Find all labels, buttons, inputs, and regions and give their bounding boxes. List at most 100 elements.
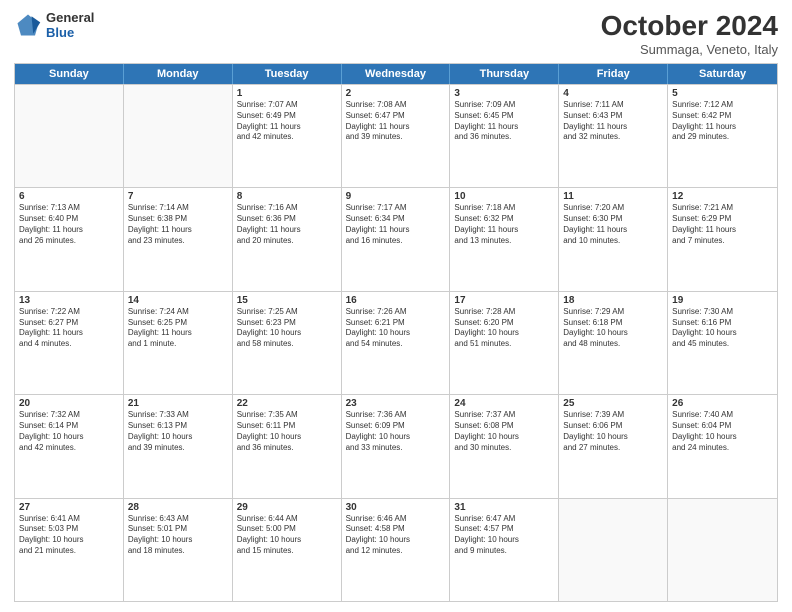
day-number: 17 [454, 295, 554, 306]
cell-info: Sunrise: 7:33 AM Sunset: 6:13 PM Dayligh… [128, 410, 228, 453]
day-number: 21 [128, 398, 228, 409]
cell-info: Sunrise: 7:14 AM Sunset: 6:38 PM Dayligh… [128, 203, 228, 246]
calendar-row-2: 13Sunrise: 7:22 AM Sunset: 6:27 PM Dayli… [15, 291, 777, 394]
cell-info: Sunrise: 7:25 AM Sunset: 6:23 PM Dayligh… [237, 307, 337, 350]
day-number: 7 [128, 191, 228, 202]
calendar-cell [124, 85, 233, 187]
calendar-cell: 9Sunrise: 7:17 AM Sunset: 6:34 PM Daylig… [342, 188, 451, 290]
subtitle: Summaga, Veneto, Italy [601, 42, 778, 57]
day-number: 10 [454, 191, 554, 202]
day-header-wednesday: Wednesday [342, 64, 451, 84]
cell-info: Sunrise: 7:22 AM Sunset: 6:27 PM Dayligh… [19, 307, 119, 350]
calendar-cell: 8Sunrise: 7:16 AM Sunset: 6:36 PM Daylig… [233, 188, 342, 290]
cell-info: Sunrise: 6:43 AM Sunset: 5:01 PM Dayligh… [128, 514, 228, 557]
logo-text: General Blue [46, 10, 94, 40]
day-number: 14 [128, 295, 228, 306]
calendar-cell: 3Sunrise: 7:09 AM Sunset: 6:45 PM Daylig… [450, 85, 559, 187]
day-number: 1 [237, 88, 337, 99]
cell-info: Sunrise: 7:29 AM Sunset: 6:18 PM Dayligh… [563, 307, 663, 350]
calendar: SundayMondayTuesdayWednesdayThursdayFrid… [14, 63, 778, 602]
header: General Blue October 2024 Summaga, Venet… [14, 10, 778, 57]
day-number: 11 [563, 191, 663, 202]
cell-info: Sunrise: 7:21 AM Sunset: 6:29 PM Dayligh… [672, 203, 773, 246]
cell-info: Sunrise: 7:30 AM Sunset: 6:16 PM Dayligh… [672, 307, 773, 350]
day-number: 15 [237, 295, 337, 306]
logo-general: General [46, 10, 94, 25]
day-number: 20 [19, 398, 119, 409]
calendar-cell: 29Sunrise: 6:44 AM Sunset: 5:00 PM Dayli… [233, 499, 342, 601]
calendar-cell: 18Sunrise: 7:29 AM Sunset: 6:18 PM Dayli… [559, 292, 668, 394]
calendar-row-4: 27Sunrise: 6:41 AM Sunset: 5:03 PM Dayli… [15, 498, 777, 601]
cell-info: Sunrise: 7:20 AM Sunset: 6:30 PM Dayligh… [563, 203, 663, 246]
calendar-header: SundayMondayTuesdayWednesdayThursdayFrid… [15, 64, 777, 84]
calendar-cell: 1Sunrise: 7:07 AM Sunset: 6:49 PM Daylig… [233, 85, 342, 187]
calendar-cell: 20Sunrise: 7:32 AM Sunset: 6:14 PM Dayli… [15, 395, 124, 497]
day-number: 12 [672, 191, 773, 202]
cell-info: Sunrise: 7:40 AM Sunset: 6:04 PM Dayligh… [672, 410, 773, 453]
calendar-cell: 10Sunrise: 7:18 AM Sunset: 6:32 PM Dayli… [450, 188, 559, 290]
cell-info: Sunrise: 6:46 AM Sunset: 4:58 PM Dayligh… [346, 514, 446, 557]
cell-info: Sunrise: 7:35 AM Sunset: 6:11 PM Dayligh… [237, 410, 337, 453]
day-number: 22 [237, 398, 337, 409]
cell-info: Sunrise: 7:12 AM Sunset: 6:42 PM Dayligh… [672, 100, 773, 143]
calendar-cell: 26Sunrise: 7:40 AM Sunset: 6:04 PM Dayli… [668, 395, 777, 497]
day-number: 19 [672, 295, 773, 306]
calendar-cell [559, 499, 668, 601]
calendar-cell: 15Sunrise: 7:25 AM Sunset: 6:23 PM Dayli… [233, 292, 342, 394]
logo-blue: Blue [46, 25, 94, 40]
calendar-cell: 19Sunrise: 7:30 AM Sunset: 6:16 PM Dayli… [668, 292, 777, 394]
cell-info: Sunrise: 7:28 AM Sunset: 6:20 PM Dayligh… [454, 307, 554, 350]
day-number: 5 [672, 88, 773, 99]
cell-info: Sunrise: 7:37 AM Sunset: 6:08 PM Dayligh… [454, 410, 554, 453]
day-header-saturday: Saturday [668, 64, 777, 84]
calendar-cell: 28Sunrise: 6:43 AM Sunset: 5:01 PM Dayli… [124, 499, 233, 601]
calendar-row-0: 1Sunrise: 7:07 AM Sunset: 6:49 PM Daylig… [15, 84, 777, 187]
calendar-cell: 6Sunrise: 7:13 AM Sunset: 6:40 PM Daylig… [15, 188, 124, 290]
day-number: 9 [346, 191, 446, 202]
day-header-tuesday: Tuesday [233, 64, 342, 84]
title-block: October 2024 Summaga, Veneto, Italy [601, 10, 778, 57]
day-number: 16 [346, 295, 446, 306]
calendar-cell: 27Sunrise: 6:41 AM Sunset: 5:03 PM Dayli… [15, 499, 124, 601]
cell-info: Sunrise: 7:32 AM Sunset: 6:14 PM Dayligh… [19, 410, 119, 453]
cell-info: Sunrise: 6:44 AM Sunset: 5:00 PM Dayligh… [237, 514, 337, 557]
day-number: 3 [454, 88, 554, 99]
calendar-cell: 11Sunrise: 7:20 AM Sunset: 6:30 PM Dayli… [559, 188, 668, 290]
cell-info: Sunrise: 6:47 AM Sunset: 4:57 PM Dayligh… [454, 514, 554, 557]
day-header-friday: Friday [559, 64, 668, 84]
calendar-cell: 13Sunrise: 7:22 AM Sunset: 6:27 PM Dayli… [15, 292, 124, 394]
day-number: 23 [346, 398, 446, 409]
day-number: 28 [128, 502, 228, 513]
calendar-cell: 23Sunrise: 7:36 AM Sunset: 6:09 PM Dayli… [342, 395, 451, 497]
day-number: 18 [563, 295, 663, 306]
calendar-cell: 12Sunrise: 7:21 AM Sunset: 6:29 PM Dayli… [668, 188, 777, 290]
calendar-row-3: 20Sunrise: 7:32 AM Sunset: 6:14 PM Dayli… [15, 394, 777, 497]
cell-info: Sunrise: 7:13 AM Sunset: 6:40 PM Dayligh… [19, 203, 119, 246]
calendar-body: 1Sunrise: 7:07 AM Sunset: 6:49 PM Daylig… [15, 84, 777, 601]
calendar-cell: 21Sunrise: 7:33 AM Sunset: 6:13 PM Dayli… [124, 395, 233, 497]
calendar-cell: 5Sunrise: 7:12 AM Sunset: 6:42 PM Daylig… [668, 85, 777, 187]
calendar-cell: 16Sunrise: 7:26 AM Sunset: 6:21 PM Dayli… [342, 292, 451, 394]
day-number: 31 [454, 502, 554, 513]
calendar-cell: 25Sunrise: 7:39 AM Sunset: 6:06 PM Dayli… [559, 395, 668, 497]
month-title: October 2024 [601, 10, 778, 42]
logo: General Blue [14, 10, 94, 40]
cell-info: Sunrise: 7:07 AM Sunset: 6:49 PM Dayligh… [237, 100, 337, 143]
day-header-thursday: Thursday [450, 64, 559, 84]
day-number: 25 [563, 398, 663, 409]
day-header-sunday: Sunday [15, 64, 124, 84]
cell-info: Sunrise: 7:16 AM Sunset: 6:36 PM Dayligh… [237, 203, 337, 246]
cell-info: Sunrise: 7:08 AM Sunset: 6:47 PM Dayligh… [346, 100, 446, 143]
calendar-cell: 24Sunrise: 7:37 AM Sunset: 6:08 PM Dayli… [450, 395, 559, 497]
day-number: 8 [237, 191, 337, 202]
calendar-cell: 31Sunrise: 6:47 AM Sunset: 4:57 PM Dayli… [450, 499, 559, 601]
day-number: 6 [19, 191, 119, 202]
cell-info: Sunrise: 7:17 AM Sunset: 6:34 PM Dayligh… [346, 203, 446, 246]
cell-info: Sunrise: 7:18 AM Sunset: 6:32 PM Dayligh… [454, 203, 554, 246]
calendar-cell: 30Sunrise: 6:46 AM Sunset: 4:58 PM Dayli… [342, 499, 451, 601]
day-number: 4 [563, 88, 663, 99]
cell-info: Sunrise: 7:24 AM Sunset: 6:25 PM Dayligh… [128, 307, 228, 350]
day-number: 27 [19, 502, 119, 513]
cell-info: Sunrise: 6:41 AM Sunset: 5:03 PM Dayligh… [19, 514, 119, 557]
calendar-cell [668, 499, 777, 601]
